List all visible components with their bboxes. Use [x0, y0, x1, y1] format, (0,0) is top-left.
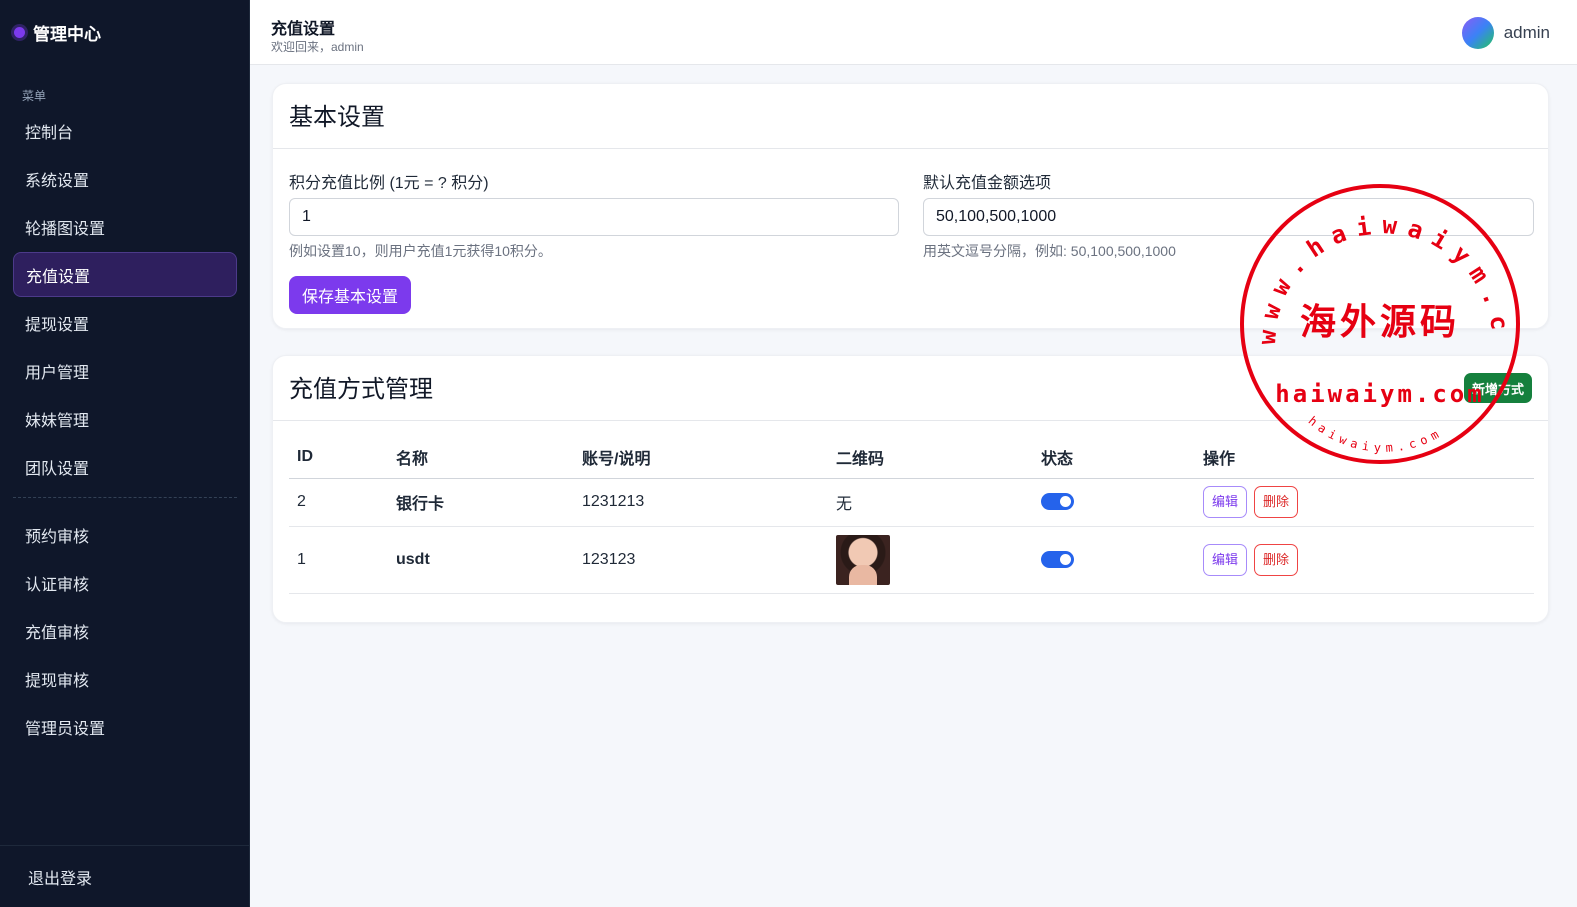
sidebar-item-sister-management[interactable]: 妹妹管理	[13, 396, 237, 441]
qrcode-thumbnail-image[interactable]	[836, 534, 890, 585]
basic-settings-card: 基本设置 积分充值比例 (1元 = ? 积分) 例如设置10，则用户充值1元获得…	[272, 83, 1549, 329]
recharge-methods-title: 充值方式管理	[289, 376, 433, 403]
sidebar: 管理中心 菜单 控制台 系统设置 轮播图设置 充值设置 提现设置 用户管理 妹妹…	[0, 0, 250, 907]
user-menu[interactable]: admin	[1461, 17, 1550, 49]
card-divider	[273, 148, 1548, 149]
sidebar-item-admin-settings[interactable]: 管理员设置	[13, 704, 237, 749]
page-title: 充值设置	[271, 21, 336, 38]
recharge-methods-card: 充值方式管理 新增方式 ID 名称 账号/说明 二维码 状态 操作 2 银行卡 …	[272, 355, 1549, 623]
column-header-qrcode: 二维码	[828, 436, 1033, 479]
card-divider	[273, 420, 1548, 421]
sidebar-item-dashboard[interactable]: 控制台	[13, 108, 237, 153]
welcome-text: 欢迎回来，admin	[271, 40, 364, 54]
delete-button[interactable]: 删除	[1254, 486, 1299, 518]
cell-name: usdt	[388, 526, 574, 594]
cell-id: 1	[289, 526, 388, 594]
cell-status	[1033, 478, 1195, 527]
cell-id: 2	[289, 478, 388, 527]
cell-qrcode	[828, 526, 1033, 594]
status-toggle[interactable]	[1041, 493, 1074, 511]
brand-title: 管理中心	[33, 25, 101, 44]
sidebar-item-withdraw-settings[interactable]: 提现设置	[13, 300, 237, 345]
save-basic-settings-button[interactable]: 保存基本设置	[289, 276, 412, 314]
menu-section-label: 菜单	[22, 89, 47, 103]
avatar[interactable]	[1461, 17, 1494, 49]
amounts-help-text: 用英文逗号分隔，例如: 50,100,500,1000	[923, 243, 1176, 259]
brand[interactable]: 管理中心	[14, 20, 101, 45]
column-header-actions: 操作	[1195, 436, 1534, 479]
sidebar-item-recharge-review[interactable]: 充值审核	[13, 608, 237, 653]
add-method-button[interactable]: 新增方式	[1463, 373, 1532, 403]
ratio-label: 积分充值比例 (1元 = ? 积分)	[289, 175, 489, 192]
username: admin	[1503, 23, 1550, 42]
sidebar-item-team-settings[interactable]: 团队设置	[13, 444, 237, 489]
sidebar-item-withdraw-review[interactable]: 提现审核	[13, 656, 237, 701]
amounts-input[interactable]	[923, 198, 1534, 236]
sidebar-item-system-settings[interactable]: 系统设置	[13, 156, 237, 201]
table-row: 2 银行卡 1231213 无 编辑 删除	[289, 478, 1534, 527]
ratio-input[interactable]	[289, 198, 899, 236]
column-header-id: ID	[289, 436, 388, 479]
cell-account: 1231213	[574, 478, 828, 527]
ratio-help-text: 例如设置10，则用户充值1元获得10积分。	[289, 243, 552, 259]
column-header-name: 名称	[388, 436, 574, 479]
brand-logo-icon	[14, 27, 25, 38]
sidebar-item-booking-review[interactable]: 预约审核	[13, 512, 237, 557]
cell-name: 银行卡	[388, 478, 574, 527]
sidebar-nav: 控制台 系统设置 轮播图设置 充值设置 提现设置 用户管理 妹妹管理 团队设置 …	[13, 108, 237, 752]
edit-button[interactable]: 编辑	[1203, 486, 1248, 518]
sidebar-item-carousel-settings[interactable]: 轮播图设置	[13, 204, 237, 249]
sidebar-item-user-management[interactable]: 用户管理	[13, 348, 237, 393]
basic-settings-title: 基本设置	[289, 104, 385, 131]
column-header-account: 账号/说明	[574, 436, 828, 479]
edit-button[interactable]: 编辑	[1203, 543, 1248, 576]
top-header: 充值设置 欢迎回来，admin admin	[250, 0, 1577, 65]
sidebar-item-recharge-settings[interactable]: 充值设置	[13, 252, 237, 297]
sidebar-item-verification-review[interactable]: 认证审核	[13, 560, 237, 605]
sidebar-divider	[13, 497, 237, 498]
table-header-row: ID 名称 账号/说明 二维码 状态 操作	[289, 436, 1534, 479]
cell-status	[1033, 526, 1195, 594]
status-toggle[interactable]	[1041, 550, 1074, 568]
amounts-label: 默认充值金额选项	[923, 175, 1052, 192]
cell-actions: 编辑 删除	[1195, 478, 1534, 527]
logout-button[interactable]: 退出登录	[0, 845, 249, 907]
table-row: 1 usdt 123123 编辑 删除	[289, 526, 1534, 594]
cell-account: 123123	[574, 526, 828, 594]
cell-qrcode: 无	[828, 478, 1033, 527]
cell-actions: 编辑 删除	[1195, 526, 1534, 594]
delete-button[interactable]: 删除	[1254, 543, 1299, 576]
column-header-status: 状态	[1033, 436, 1195, 479]
recharge-methods-table: ID 名称 账号/说明 二维码 状态 操作 2 银行卡 1231213 无 编辑…	[289, 436, 1534, 594]
